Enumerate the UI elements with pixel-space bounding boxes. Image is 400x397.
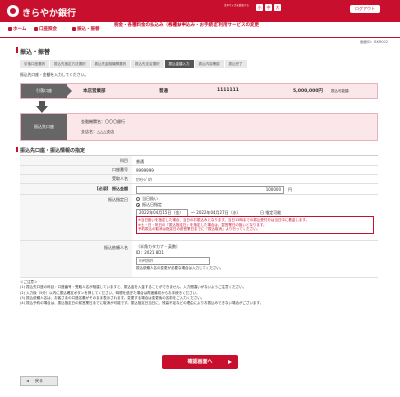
notes-title: ＜ご注意＞ [20,280,38,284]
debit-type: 普通 [159,89,168,94]
bank-logo-icon [7,5,19,17]
debit-account-tag: 引落口座 [21,84,72,98]
subject-value: 普通 [136,159,144,164]
account-label: 口座番号 [20,166,132,174]
step-3: 振込先金融機関選択 [90,60,130,68]
notes-section: ＜ご注意＞ (1) 振込先口座の科目・口座番号・受取人名が相違していますと、振込… [20,280,380,306]
requester-row: 振込依頼人名 （半角カタカナ・英数） ID：2021 8D1 ｷﾗﾔｶﾀﾛｳ 振… [20,241,378,278]
date-same-day-radio[interactable] [136,197,140,201]
date-specify-radio[interactable] [136,203,140,207]
nav-home[interactable]: ホーム [8,26,26,32]
date-row: 振込指定日 当日扱い 振込日指定 2022年04月15日（金） ～ 2022年0… [20,195,378,241]
debit-branch: 本店営業部 [83,89,106,94]
page-title: 振込・振替 [15,47,51,56]
destination-branch: 支店名：△△△支店 [81,129,115,134]
note-3: (3) 振込依頼人名は、お客さまの口座名義がそのまま表示されます。変更する場合は… [20,295,205,300]
destination-account-row: 振込先口座 金融機関名：〇〇〇銀行 支店名：△△△支店 [20,113,378,141]
nav-balance[interactable]: 口座照会 [34,26,57,32]
instruction-text: 振込先口座・金額を入力してください。 [20,72,89,77]
account-value: 9999999 [136,168,154,173]
nav-tax[interactable]: 税金・各種料金の払込み（ペイジー） [114,23,191,29]
step-2: 振込先指定方法選択 [50,60,90,68]
nav-settings-label: ご利用サービスの変更 [214,23,259,28]
requester-id: ID：2021 8D1 [136,250,164,255]
note-1: (1) 振込先口座の科目・口座番号・受取人名が相違していますと、振込金を入金する… [20,285,247,290]
nav-settings[interactable]: ご利用サービスの変更 [214,23,259,29]
screen-id: 画面ID：BKR002 [359,40,388,44]
payee-label: 受取人名 [20,175,132,183]
debit-balance-label: 振込可能額 [331,89,349,93]
debit-number: 1111111 [217,88,239,93]
arrow-down-icon [36,101,48,113]
nav-time-deposit[interactable]: 各種お申込み・お手続き [168,23,218,29]
requester-label: 振込依頼人名 [20,241,132,277]
nav-transfer-label: 振込・振替 [77,27,100,32]
amount-unit: 円 [288,187,292,192]
account-row: 口座番号 9999999 [20,166,378,175]
nav-home-label: ホーム [13,27,27,32]
step-1: 引落口座選択 [20,60,49,68]
balance-icon [34,26,38,31]
bank-name: きらやか銀行 [22,9,77,19]
date-note-box: ※当日扱いを指定した場合、当日のお振込みとなります。当日15時までの振込受付分は… [136,216,374,234]
requester-input[interactable]: ｷﾗﾔｶﾀﾛｳ [136,257,210,265]
font-size-label: 文字サイズを変更する [224,4,249,7]
note-2: (2) 入力後（5分）以内に振込確定ボタンを押してください。時間を過ぎた場合は再… [20,290,200,295]
progress-steps: 引落口座選択 振込先指定方法選択 振込先金融機関選択 振込先支店選択 振込金額入… [20,60,248,68]
date-label: 振込指定日 [20,195,132,240]
back-button[interactable]: 戻る [20,376,58,386]
font-size-small-button[interactable]: 小 [256,4,263,11]
section-title: 振込先口座・振込情報の指定 [15,147,86,154]
payee-row: 受取人名 ｶﾜﾓﾄｼﾞﾛｳ [20,175,378,184]
step-4: 振込先支店選択 [131,60,164,68]
step-7: 振込完了 [224,60,247,68]
transfer-form: 科目 普通 口座番号 9999999 受取人名 ｶﾜﾓﾄｼﾞﾛｳ 【必須】 振込… [20,155,378,278]
confirm-button[interactable]: 確認画面へ [162,355,238,369]
nav-time-deposit-label: 各種お申込み・お手続き [168,23,218,28]
step-5-current: 振込金額入力 [164,60,194,68]
subject-label: 科目 [20,156,132,165]
font-size-medium-button[interactable]: 中 [265,4,272,11]
amount-row: 【必須】 振込金額 100000 円 [20,184,378,195]
header-bar: きらやか銀行 文字サイズを変更する 小 中 大 ログアウト [0,0,400,22]
debit-account-row: 引落口座 本店営業部 普通 1111111 5,000,000円 振込可能額 [20,83,378,99]
date-note-3: 予約振込の取消は指定日の前営業日までに「振込取消」より行ってください。 [138,227,261,231]
destination-bank: 金融機関名：〇〇〇銀行 [81,119,125,124]
amount-input[interactable]: 100000 [136,186,284,194]
date-specify-label: 振込日指定 [142,202,162,207]
amount-label: 【必須】 振込金額 [20,184,132,194]
payee-value: ｶﾜﾓﾄｼﾞﾛｳ [136,177,152,182]
step-6: 振込内容確認 [194,60,224,68]
main-nav: ホーム 口座照会 振込・振替 税金・各種料金の払込み（ペイジー） 各種お申込み・… [0,22,400,38]
nav-balance-label: 口座照会 [39,27,57,32]
subject-row: 科目 普通 [20,156,378,166]
destination-account-tag: 振込先口座 [21,114,67,140]
home-icon [8,26,12,31]
transfer-icon [72,26,76,31]
nav-transfer[interactable]: 振込・振替 [72,26,100,32]
font-size-large-button[interactable]: 大 [274,4,281,11]
logout-button[interactable]: ログアウト [350,5,380,13]
requester-note: 振込依頼人名の変更が必要な場合は入力してください。 [136,266,224,270]
debit-balance: 5,000,000円 [293,89,323,94]
note-4: (4) 振込予約の場合は、振込指定日の前営業日までに取消が可能です。振込指定日当… [20,301,264,306]
